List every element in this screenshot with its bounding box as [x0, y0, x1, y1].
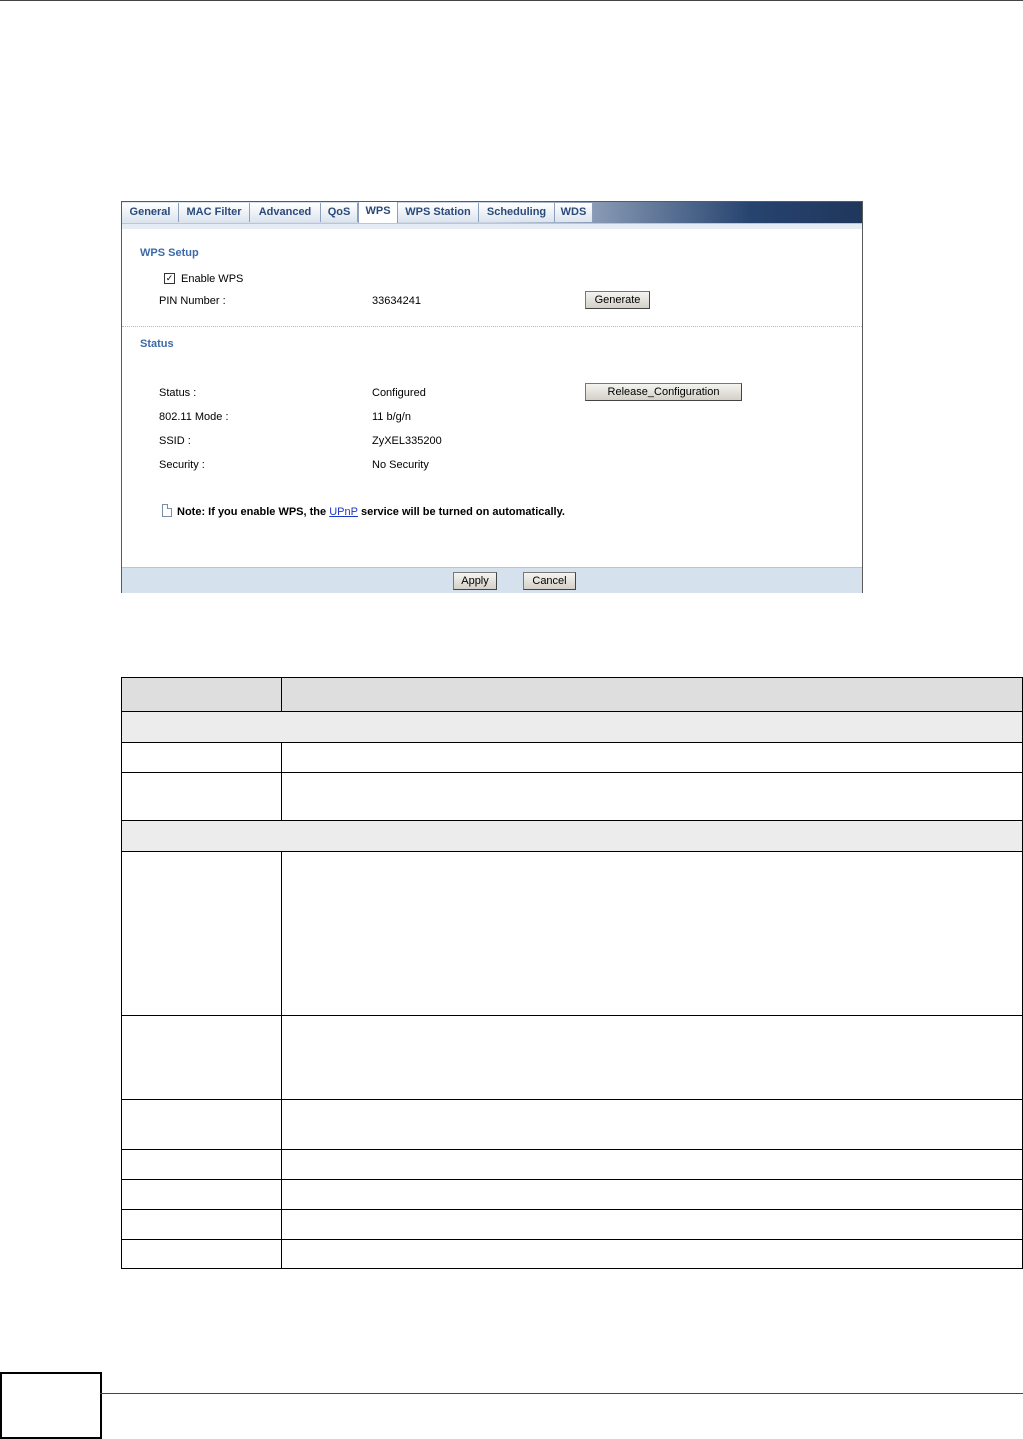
- tab-mac-filter[interactable]: MAC Filter: [179, 203, 250, 222]
- wps-setup-title: WPS Setup: [140, 247, 199, 259]
- tab-wps-station[interactable]: WPS Station: [398, 203, 479, 222]
- table-cell: [281, 772, 1023, 821]
- apply-button[interactable]: Apply: [453, 572, 497, 590]
- checkmark-icon: ✓: [165, 273, 174, 283]
- wps-config-panel: General MAC Filter Advanced QoS WPS WPS …: [121, 201, 863, 593]
- table-row: [121, 851, 1023, 1016]
- table-header-cell: [281, 677, 1023, 712]
- tab-wds[interactable]: WDS: [555, 203, 593, 222]
- ssid-label: SSID :: [159, 435, 191, 447]
- tab-qos[interactable]: QoS: [321, 203, 358, 222]
- pin-number-value: 33634241: [372, 295, 421, 307]
- table-cell: [281, 1209, 1023, 1240]
- table-cell: [121, 742, 282, 773]
- table-row: [121, 742, 1023, 773]
- security-value: No Security: [372, 459, 429, 471]
- tab-wps[interactable]: WPS: [358, 202, 398, 224]
- ssid-value: ZyXEL335200: [372, 435, 442, 447]
- table-section-row: [121, 820, 1023, 852]
- tab-general[interactable]: General: [122, 203, 179, 222]
- table-section-cell: [121, 820, 1023, 852]
- table-cell: [281, 1099, 1023, 1150]
- section-divider: [122, 326, 862, 327]
- field-description-table: [121, 677, 1023, 1269]
- release-configuration-button[interactable]: Release_Configuration: [585, 383, 742, 401]
- table-cell: [281, 1149, 1023, 1180]
- table-section-cell: [121, 711, 1023, 743]
- page-number-box: [0, 1372, 102, 1439]
- security-label: Security :: [159, 459, 205, 471]
- button-footer: Apply Cancel: [122, 567, 862, 593]
- table-row: [121, 1015, 1023, 1100]
- table-cell: [281, 1179, 1023, 1210]
- table-cell: [121, 1099, 282, 1150]
- page-bottom-rule: [100, 1393, 1023, 1394]
- table-cell: [121, 1239, 282, 1269]
- table-cell: [281, 851, 1023, 1016]
- table-row: [121, 1239, 1023, 1269]
- upnp-note: Note: If you enable WPS, the UPnP servic…: [177, 506, 565, 518]
- table-header-cell: [121, 677, 282, 712]
- status-value: Configured: [372, 387, 426, 399]
- generate-button[interactable]: Generate: [585, 291, 650, 309]
- table-row: [121, 1099, 1023, 1150]
- table-cell: [281, 1239, 1023, 1269]
- table-cell: [121, 1015, 282, 1100]
- enable-wps-checkbox[interactable]: ✓: [164, 273, 175, 284]
- table-cell: [121, 1179, 282, 1210]
- mode-label: 802.11 Mode :: [159, 411, 229, 423]
- tab-scheduling[interactable]: Scheduling: [479, 203, 555, 222]
- table-cell: [121, 772, 282, 821]
- pin-number-label: PIN Number :: [159, 295, 226, 307]
- tab-advanced[interactable]: Advanced: [250, 203, 321, 222]
- table-cell: [121, 1149, 282, 1180]
- note-prefix: Note: If you enable WPS, the: [177, 506, 330, 518]
- table-cell: [121, 851, 282, 1016]
- status-label: Status :: [159, 387, 197, 399]
- table-cell: [281, 742, 1023, 773]
- table-header-row: [121, 677, 1023, 712]
- cancel-button[interactable]: Cancel: [523, 572, 576, 590]
- enable-wps-label: Enable WPS: [181, 273, 244, 285]
- status-title: Status: [140, 338, 174, 350]
- table-cell: [121, 1209, 282, 1240]
- upnp-link[interactable]: UPnP: [329, 506, 358, 518]
- note-suffix: service will be turned on automatically.: [357, 506, 565, 518]
- table-row: [121, 1179, 1023, 1210]
- tab-underline: [122, 223, 862, 229]
- page-top-rule: [0, 0, 1023, 1]
- mode-value: 11 b/g/n: [372, 411, 411, 423]
- table-row: [121, 772, 1023, 821]
- table-row: [121, 1149, 1023, 1180]
- note-icon: [162, 504, 172, 517]
- table-section-row: [121, 711, 1023, 743]
- tab-bar: General MAC Filter Advanced QoS WPS WPS …: [122, 202, 862, 224]
- table-cell: [281, 1015, 1023, 1100]
- table-row: [121, 1209, 1023, 1240]
